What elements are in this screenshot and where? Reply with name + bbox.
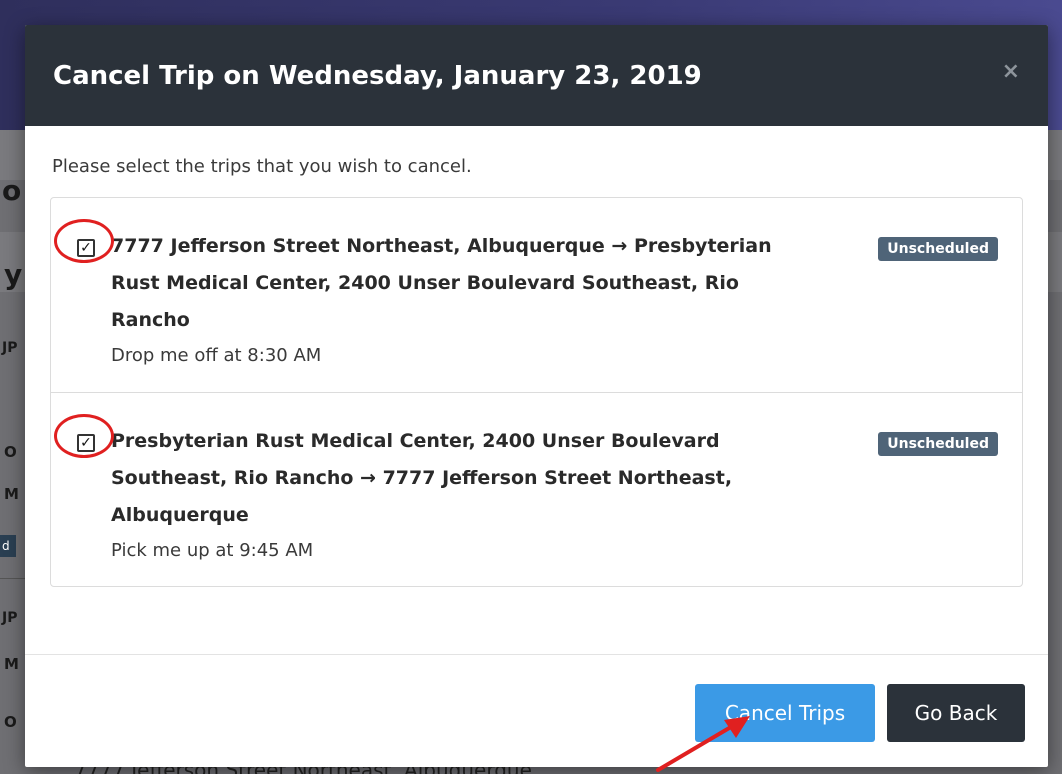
modal-header: Cancel Trip on Wednesday, January 23, 20… <box>25 25 1048 126</box>
cancel-trip-modal: Cancel Trip on Wednesday, January 23, 20… <box>25 25 1048 767</box>
trip-list: ✓ 7777 Jefferson Street Northeast, Albuq… <box>50 197 1023 587</box>
modal-title: Cancel Trip on Wednesday, January 23, 20… <box>53 60 702 91</box>
background-text-fragment: JP <box>2 340 18 356</box>
trip-route: 7777 Jefferson Street Northeast, Albuque… <box>111 235 772 331</box>
go-back-button[interactable]: Go Back <box>887 684 1025 742</box>
trip-checkbox[interactable]: ✓ <box>77 434 95 452</box>
status-badge: Unscheduled <box>878 432 998 456</box>
background-text-fragment: o <box>2 174 22 207</box>
trip-route: Presbyterian Rust Medical Center, 2400 U… <box>111 430 733 526</box>
modal-footer: Cancel Trips Go Back <box>25 654 1048 767</box>
background-text-fragment: O <box>4 443 17 461</box>
trip-time: Pick me up at 9:45 AM <box>111 540 314 561</box>
background-badge: d <box>0 535 16 557</box>
status-badge: Unscheduled <box>878 237 998 261</box>
background-text-fragment: JP <box>2 610 18 626</box>
modal-body: Please select the trips that you wish to… <box>25 126 1048 587</box>
trip-item: ✓ Presbyterian Rust Medical Center, 2400… <box>51 392 1022 586</box>
trip-checkbox[interactable]: ✓ <box>77 239 95 257</box>
background-text-fragment: y <box>4 258 23 291</box>
trip-item: ✓ 7777 Jefferson Street Northeast, Albuq… <box>51 198 1022 392</box>
trip-time: Drop me off at 8:30 AM <box>111 345 322 366</box>
background-text-fragment: M <box>4 655 19 673</box>
background-text-fragment: M <box>4 485 19 503</box>
background-text-fragment: O <box>4 713 17 731</box>
cancel-trips-button[interactable]: Cancel Trips <box>695 684 875 742</box>
instruction-text: Please select the trips that you wish to… <box>52 156 472 177</box>
close-icon[interactable]: × <box>1002 59 1020 84</box>
